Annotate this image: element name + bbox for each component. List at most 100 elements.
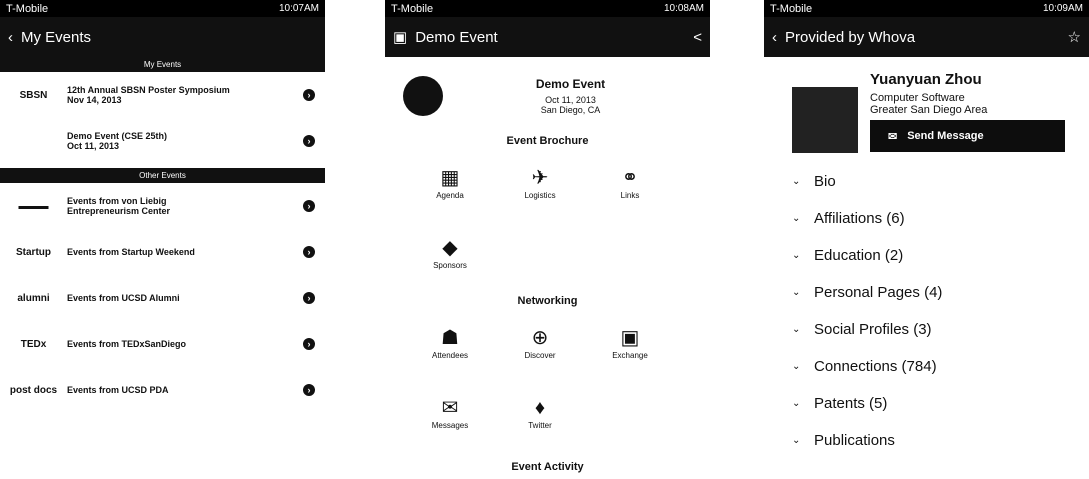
page-title: Demo Event: [415, 28, 498, 46]
tile-agenda[interactable]: ▦ Agenda: [405, 147, 495, 217]
section-item[interactable]: ⌄ Personal Pages (4): [792, 274, 1089, 311]
tile-sponsors[interactable]: ◆ Sponsors: [405, 217, 495, 287]
chevron-right-icon[interactable]: ›: [303, 292, 315, 304]
event-text: Events from UCSD Alumni: [67, 293, 180, 303]
clock: 10:08AM: [663, 3, 704, 14]
share-icon[interactable]: <: [693, 29, 702, 46]
tag-icon: ◆: [442, 236, 458, 259]
section-label: Social Profiles (3): [814, 321, 932, 338]
event-logo: TEDx: [20, 338, 47, 350]
event-text: 12th Annual SBSN Poster Symposium Nov 14…: [67, 85, 230, 105]
profile-screen: T-Mobile 10:09AM ‹ Provided by Whova ☆ Y…: [764, 0, 1089, 479]
status-bar: T-Mobile 10:08AM: [385, 0, 710, 17]
chevron-down-icon: ⌄: [792, 250, 801, 261]
chevron-right-icon[interactable]: ›: [303, 338, 315, 350]
section-item[interactable]: ⌄ Connections (784): [792, 348, 1089, 385]
chevron-down-icon: ⌄: [792, 361, 801, 372]
chevron-down-icon: ⌄: [792, 398, 801, 409]
my-events-header: My Events: [0, 57, 325, 72]
tile-links[interactable]: ⚭ Links: [585, 147, 675, 217]
section-item[interactable]: ⌄ Education (2): [792, 237, 1089, 274]
event-row[interactable]: TEDx Events from TEDxSanDiego ›: [0, 321, 325, 367]
event-text: Events from TEDxSanDiego: [67, 339, 187, 349]
tile-label: Agenda: [436, 190, 464, 200]
tile-label: Sponsors: [433, 260, 467, 270]
carrier: T-Mobile: [6, 2, 49, 15]
tile-label: Twitter: [528, 420, 552, 430]
chevron-down-icon: ⌄: [792, 213, 801, 224]
profile-name: Yuanyuan Zhou: [870, 71, 982, 88]
tile-attendees[interactable]: ☗ Attendees: [405, 307, 495, 377]
plane-icon: ✈: [531, 166, 549, 189]
event-row[interactable]: alumni Events from UCSD Alumni ›: [0, 275, 325, 321]
section-label: Bio: [814, 173, 836, 190]
tile-messages[interactable]: ✉ Messages: [405, 377, 495, 447]
profile-line2: Greater San Diego Area: [870, 104, 988, 116]
demo-event-screen: T-Mobile 10:08AM ▣ Demo Event < Demo Eve…: [385, 0, 710, 479]
chevron-down-icon: ⌄: [792, 324, 801, 335]
calendar-icon: ▦: [440, 166, 460, 189]
section-label: Affiliations (6): [814, 210, 905, 227]
event-logo: post docs: [9, 384, 58, 396]
people-icon: ☗: [441, 326, 459, 349]
back-icon[interactable]: ‹: [772, 29, 777, 46]
section-item[interactable]: ⌄ Publications: [792, 422, 1089, 459]
event-date: Oct 11, 2013: [545, 95, 596, 105]
tile-label: Attendees: [431, 350, 469, 360]
profile-sections: ⌄ Bio ⌄ Affiliations (6) ⌄ Education (2) ⌄ Pers…: [764, 163, 1089, 459]
tile-twitter[interactable]: ♦ Twitter: [495, 377, 585, 447]
event-logo: alumni: [17, 292, 50, 304]
event-row[interactable]: Startup Events from Startup Weekend ›: [0, 229, 325, 275]
magnify-icon: ⊕: [531, 326, 549, 349]
event-row[interactable]: post docs Events from UCSD PDA ›: [0, 367, 325, 413]
twitter-icon: ♦: [534, 396, 546, 419]
event-row[interactable]: SBSN 12th Annual SBSN Poster Symposium No…: [0, 72, 325, 118]
send-message-label: Send Message: [907, 130, 984, 142]
send-message-button[interactable]: ✉ Send Message: [870, 120, 1065, 152]
event-row[interactable]: Demo Event (CSE 25th) Oct 11, 2013 ›: [0, 118, 325, 164]
clock: 10:07AM: [278, 3, 319, 14]
chevron-down-icon: ⌄: [792, 435, 801, 446]
tile-label: Messages: [431, 420, 469, 430]
event-app-icon[interactable]: ▣: [393, 28, 407, 46]
chevron-right-icon[interactable]: ›: [303, 246, 315, 258]
other-events-header: Other Events: [0, 168, 325, 183]
app-bar: ‹ Provided by Whova ☆: [764, 17, 1089, 57]
chevron-right-icon[interactable]: ›: [303, 384, 315, 396]
section-item[interactable]: ⌄ Bio: [792, 163, 1089, 200]
section-label: Connections (784): [814, 358, 937, 375]
chevron-right-icon[interactable]: ›: [303, 89, 315, 101]
event-text: Events from Startup Weekend: [67, 247, 195, 257]
chevron-right-icon[interactable]: ›: [303, 135, 315, 147]
networking-grid: ☗ Attendees ⊕ Discover ▣ Exchange ✉ Messages ♦ Tw…: [405, 307, 675, 447]
section-label: Publications: [814, 432, 895, 449]
profile-line1: Computer Software: [870, 92, 965, 104]
section-item[interactable]: ⌄ Affiliations (6): [792, 200, 1089, 237]
tile-label: Logistics: [524, 190, 556, 200]
link-icon: ⚭: [621, 166, 639, 189]
event-row[interactable]: ▬▬▬ Events from von Liebig Entrepreneuris…: [0, 183, 325, 229]
star-icon[interactable]: ☆: [1068, 28, 1081, 46]
my-events-screen: T-Mobile 10:07AM ‹ My Events My Events S…: [0, 0, 325, 479]
event-text: Events from UCSD PDA: [67, 385, 169, 395]
section-item[interactable]: ⌄ Social Profiles (3): [792, 311, 1089, 348]
brochure-title: Event Brochure: [506, 135, 589, 147]
section-label: Patents (5): [814, 395, 888, 412]
event-name: Demo Event: [535, 77, 606, 91]
avatar: [792, 87, 858, 153]
back-icon[interactable]: ‹: [8, 29, 13, 46]
activity-title: Event Activity: [511, 461, 584, 473]
app-bar: ‹ My Events: [0, 17, 325, 57]
section-label: Personal Pages (4): [814, 284, 943, 301]
event-location: San Diego, CA: [540, 105, 601, 115]
tile-exchange[interactable]: ▣ Exchange: [585, 307, 675, 377]
event-text: Demo Event (CSE 25th) Oct 11, 2013: [67, 131, 168, 151]
section-item[interactable]: ⌄ Patents (5): [792, 385, 1089, 422]
tile-label: Discover: [524, 350, 556, 360]
tile-discover[interactable]: ⊕ Discover: [495, 307, 585, 377]
event-logo: [403, 76, 443, 116]
tile-label: Links: [620, 190, 640, 200]
chevron-right-icon[interactable]: ›: [303, 200, 315, 212]
tile-logistics[interactable]: ✈ Logistics: [495, 147, 585, 217]
event-logo: ▬▬▬: [18, 200, 49, 212]
